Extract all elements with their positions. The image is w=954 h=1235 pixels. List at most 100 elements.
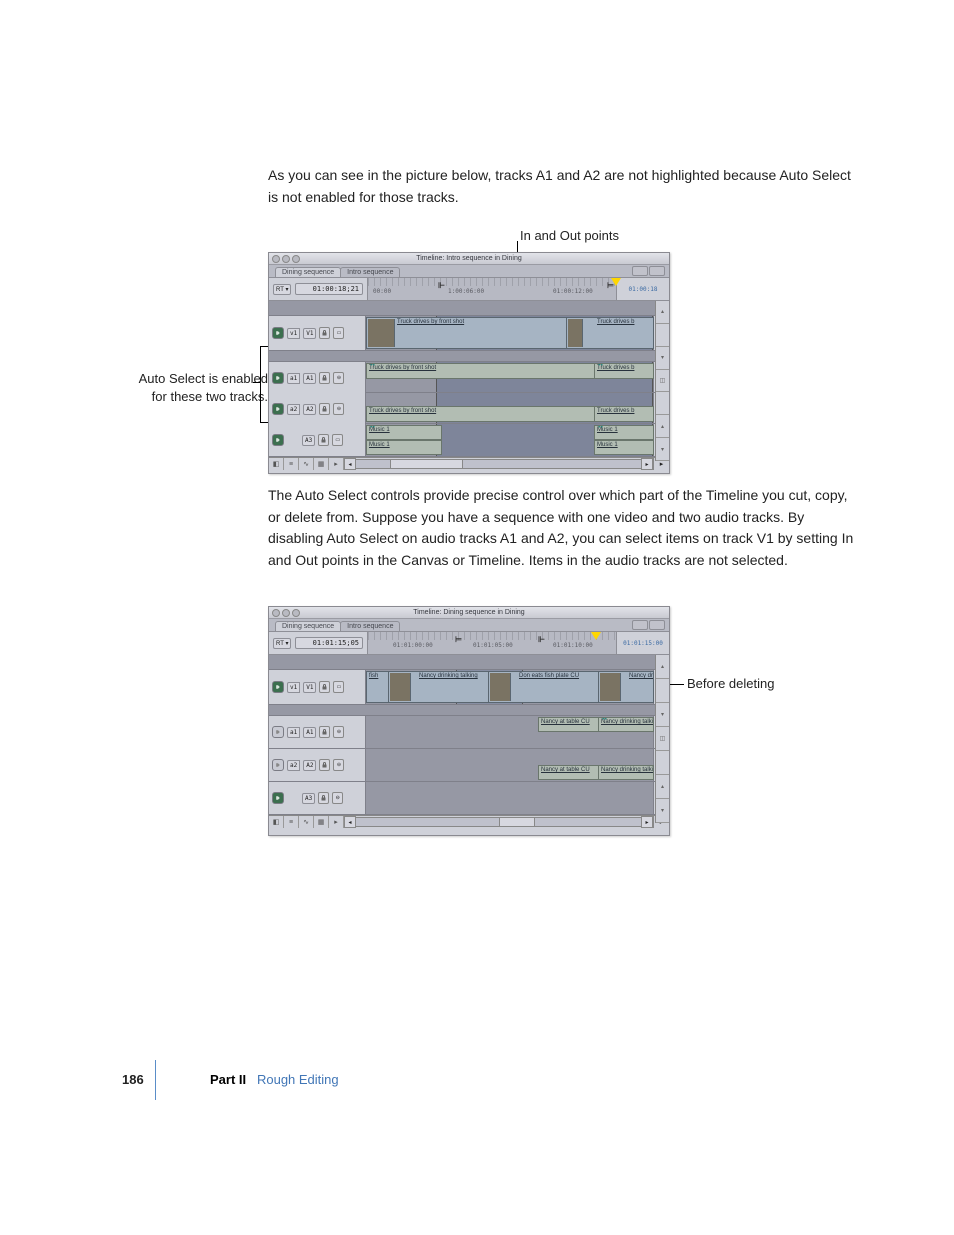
clip[interactable]: ▾▾Music 1	[366, 425, 442, 440]
tab-dining[interactable]: Dining sequence	[275, 621, 341, 631]
v-scrollbar[interactable]	[656, 392, 669, 415]
auto-select-a3[interactable]	[272, 434, 284, 446]
clip[interactable]: Truck drives by front shot	[366, 406, 622, 422]
scroll-up-icon[interactable]: ▴	[656, 301, 669, 324]
h-scrollbar[interactable]	[356, 817, 641, 827]
rt-menu[interactable]: RT ▾	[273, 638, 291, 649]
clip[interactable]: Nancy dri	[598, 671, 654, 703]
auto-select-a1[interactable]	[272, 372, 284, 384]
lock-icon[interactable]	[318, 434, 329, 446]
auto-select-a2[interactable]	[272, 403, 284, 415]
rt-menu[interactable]: RT ▾	[273, 284, 291, 295]
clip[interactable]: Nancy drinking talking	[598, 765, 654, 780]
layout-buttons[interactable]	[632, 620, 665, 630]
tab-dining[interactable]: Dining sequence	[275, 267, 341, 277]
in-point-icon[interactable]: ⊩	[438, 281, 445, 290]
scroll-down-icon[interactable]: ▾	[656, 438, 669, 461]
in-point-icon[interactable]: ⊩	[538, 635, 545, 644]
mute-icon[interactable]: ⊖	[332, 792, 343, 804]
lock-icon[interactable]	[318, 792, 329, 804]
current-timecode[interactable]: 01:01:15;05	[295, 637, 363, 649]
scroll-up-icon[interactable]: ▴	[656, 775, 669, 799]
clip[interactable]: ▾▾Nancy drinking talking	[598, 717, 654, 732]
visibility-icon[interactable]: ▭	[333, 327, 344, 339]
source-a2[interactable]: a2	[287, 404, 300, 415]
dest-a3[interactable]: A3	[302, 793, 315, 804]
track-body-v1[interactable]: Truck drives by front shot Truck drives …	[366, 316, 653, 350]
clip[interactable]: Music 1	[366, 440, 442, 455]
clip[interactable]: Music 1	[594, 440, 654, 455]
clip[interactable]: Nancy at table CU	[538, 765, 604, 780]
toggle-btn[interactable]: ◧	[269, 816, 284, 828]
source-a1[interactable]: a1	[287, 727, 300, 738]
auto-select-a3[interactable]	[272, 792, 284, 804]
track-body-a1[interactable]: ▾▾Truck drives by front shot ▾▾Truck dri…	[366, 362, 653, 392]
scroll-left-icon[interactable]: ◂	[344, 458, 356, 470]
auto-select-a2[interactable]	[272, 759, 284, 771]
scroll-right-icon[interactable]: ▸	[641, 458, 653, 470]
lock-icon[interactable]	[319, 759, 330, 771]
lock-icon[interactable]	[319, 327, 330, 339]
clip[interactable]: Nancy at table CU	[538, 717, 604, 732]
toggle-btn[interactable]: ≡	[284, 816, 299, 828]
track-body-a1[interactable]: Nancy at table CU ▾▾Nancy drinking talki…	[366, 716, 653, 748]
toggle-btn[interactable]: ▸	[329, 816, 344, 828]
layout-buttons[interactable]	[632, 266, 665, 276]
source-a1[interactable]: a1	[287, 373, 300, 384]
lock-icon[interactable]	[319, 726, 330, 738]
current-timecode[interactable]: 01:00:18;21	[295, 283, 363, 295]
toggle-btn[interactable]: ∿	[299, 816, 314, 828]
mute-icon[interactable]: ▭	[332, 434, 343, 446]
dest-a1[interactable]: A1	[303, 373, 316, 384]
mute-icon[interactable]: ⊖	[333, 403, 344, 415]
scroll-down-icon[interactable]: ▾	[656, 799, 669, 823]
dest-a3[interactable]: A3	[302, 435, 315, 446]
toggle-btn[interactable]: ∿	[299, 458, 314, 470]
mute-icon[interactable]: ⊖	[333, 726, 344, 738]
dest-a2[interactable]: A2	[303, 404, 316, 415]
scroll-left-icon[interactable]: ◂	[344, 816, 356, 828]
source-v1[interactable]: v1	[287, 328, 300, 339]
v-scrollbar[interactable]	[656, 679, 669, 703]
track-body-a3[interactable]	[366, 782, 653, 814]
track-body-a2[interactable]: Nancy at table CU Nancy drinking talking	[366, 749, 653, 781]
dest-v1[interactable]: V1	[303, 682, 316, 693]
h-scrollbar[interactable]	[356, 459, 641, 469]
clip[interactable]: Truck drives b	[566, 317, 654, 349]
clip[interactable]: Truck drives b	[594, 406, 654, 422]
visibility-icon[interactable]: ▭	[333, 681, 344, 693]
clip[interactable]: ▾▾Truck drives b	[594, 363, 654, 379]
scroll-up-icon[interactable]: ▴	[656, 415, 669, 438]
source-a2[interactable]: a2	[287, 760, 300, 771]
scroll-down-icon[interactable]: ▾	[656, 347, 669, 370]
scroll-right-icon[interactable]: ▸	[641, 816, 653, 828]
lock-icon[interactable]	[319, 403, 330, 415]
split-icon[interactable]: ◫	[656, 727, 669, 751]
auto-select-v1[interactable]	[272, 681, 284, 693]
traffic-lights[interactable]	[272, 609, 300, 617]
auto-select-a1[interactable]	[272, 726, 284, 738]
timeline-ruler[interactable]: 01:01:00:00 ⊨ 01:01:05:00 ⊩ 01:01:10:00	[368, 632, 616, 654]
dest-v1[interactable]: V1	[303, 328, 316, 339]
mute-icon[interactable]: ⊖	[333, 372, 344, 384]
timeline-ruler[interactable]: 00:00 ⊩ 1:00:06:00 01:00:12:00 ⊨	[368, 278, 616, 300]
out-point-icon[interactable]: ⊨	[455, 635, 462, 644]
tab-intro[interactable]: Intro sequence	[340, 621, 400, 631]
out-point-icon[interactable]: ⊨	[607, 281, 614, 290]
tab-intro[interactable]: Intro sequence	[340, 267, 400, 277]
toggle-btn[interactable]: ▦	[314, 816, 329, 828]
traffic-lights[interactable]	[272, 255, 300, 263]
v-scrollbar[interactable]	[656, 751, 669, 775]
toggle-btn[interactable]: ≡	[284, 458, 299, 470]
split-icon[interactable]: ◫	[656, 370, 669, 393]
v-scrollbar[interactable]	[656, 324, 669, 347]
track-body-v1[interactable]: fish Nancy drinking talking Don eats fis…	[366, 670, 653, 704]
clip[interactable]: ▾▾Music 1	[594, 425, 654, 440]
source-v1[interactable]: v1	[287, 682, 300, 693]
toggle-btn[interactable]: ◧	[269, 458, 284, 470]
scroll-down-icon[interactable]: ▾	[656, 703, 669, 727]
dest-a2[interactable]: A2	[303, 760, 316, 771]
track-body-a2[interactable]: Truck drives by front shot Truck drives …	[366, 393, 653, 423]
dest-a1[interactable]: A1	[303, 727, 316, 738]
clip[interactable]: ▾▾Truck drives by front shot	[366, 363, 622, 379]
